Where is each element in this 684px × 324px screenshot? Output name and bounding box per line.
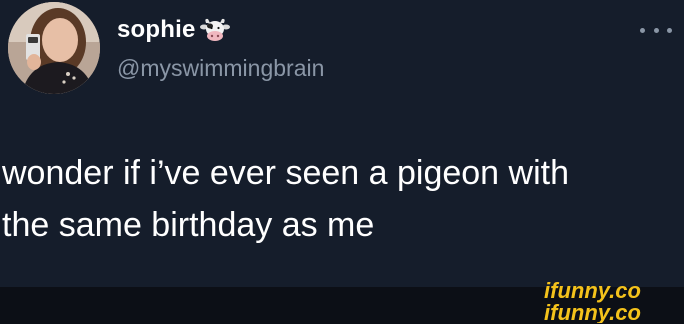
- more-dot: [653, 27, 659, 33]
- more-options-icon[interactable]: [640, 22, 672, 38]
- author-name-row: sophie: [117, 16, 230, 44]
- ifunny-logo: ifunny.co ifunny.co: [544, 279, 641, 323]
- user-handle[interactable]: @myswimmingbrain: [117, 55, 324, 82]
- more-dot: [667, 27, 672, 33]
- tweet-card: sophie @myswimmingbrain wonder if i’ve e…: [0, 0, 684, 287]
- avatar[interactable]: [8, 2, 100, 94]
- avatar-photo: [8, 2, 100, 94]
- tweet-text-line: the same birthday as me: [2, 206, 375, 244]
- tweet-text-line: wonder if i’ve ever seen a pigeon with: [2, 154, 569, 192]
- cow-face-icon: [199, 17, 230, 43]
- more-dot: [640, 27, 645, 33]
- tweet-text: wonder if i’ve ever seen a pigeon with t…: [2, 147, 672, 251]
- ifunny-watermark: ifunny.co ifunny.co: [540, 279, 680, 323]
- watermark-text-bottom: ifunny.co: [544, 300, 641, 323]
- display-name[interactable]: sophie: [117, 16, 196, 44]
